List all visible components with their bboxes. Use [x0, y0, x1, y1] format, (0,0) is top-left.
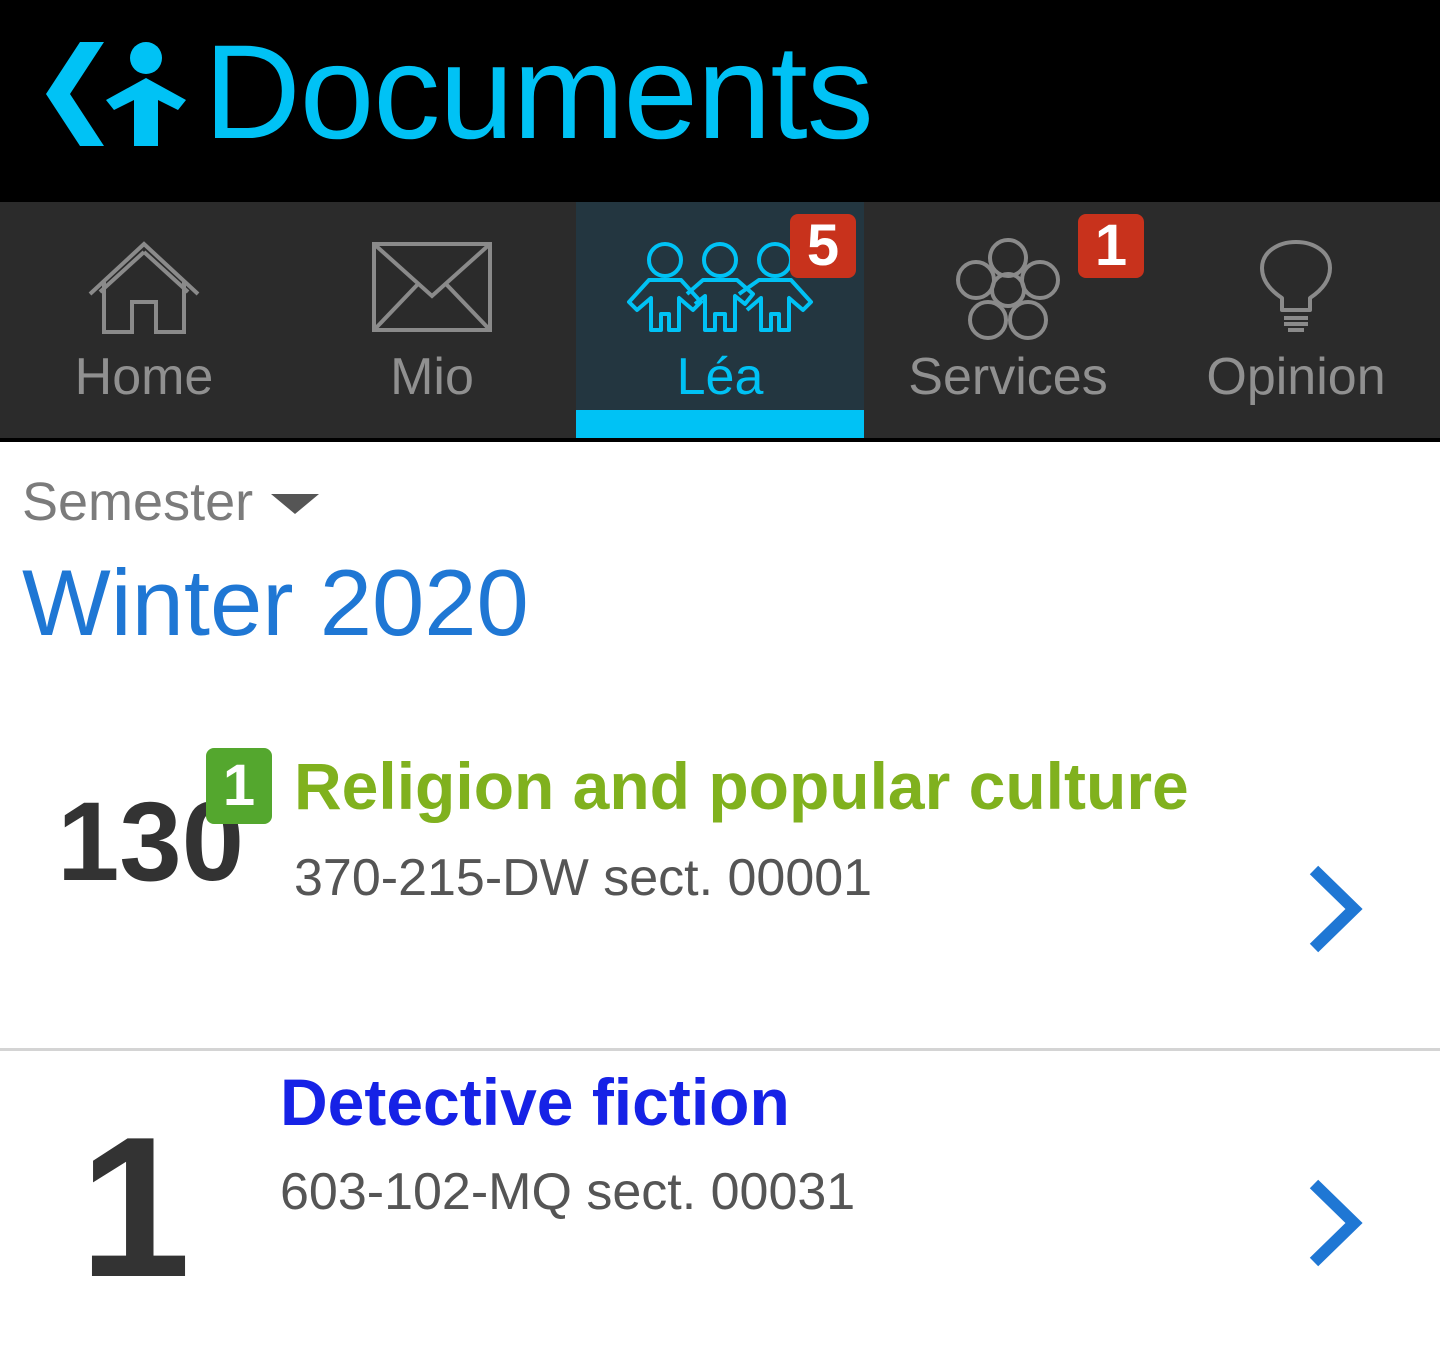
tab-home[interactable]: Home [0, 202, 288, 438]
lea-notification-badge: 5 [790, 214, 856, 278]
chevron-right-icon[interactable] [1304, 1178, 1364, 1268]
semester-value: Winter 2020 [22, 550, 529, 655]
course-document-count: 1 [79, 1096, 191, 1319]
course-title: Religion and popular culture [294, 749, 1189, 823]
students-icon [627, 242, 813, 332]
course-code: 603-102-MQ sect. 00031 [280, 1163, 856, 1221]
active-tab-indicator [576, 410, 864, 438]
tab-bar: Home Mio 5 Léa 1 Services Opinion [0, 202, 1440, 438]
tab-services[interactable]: 1 Services [864, 202, 1152, 438]
semester-dropdown[interactable]: Semester [22, 470, 320, 534]
tab-label-services: Services [908, 348, 1108, 406]
course-row[interactable]: 1 Detective fiction 603-102-MQ sect. 000… [0, 1052, 1440, 1351]
caret-down-icon [271, 494, 320, 514]
tab-mio[interactable]: Mio [288, 202, 576, 438]
new-documents-badge: 1 [206, 748, 272, 824]
chevron-right-icon[interactable] [1304, 864, 1364, 954]
page-title: Documents [204, 18, 874, 167]
tab-label-lea: Léa [676, 348, 764, 406]
tab-label-mio: Mio [390, 348, 474, 406]
tab-label-opinion: Opinion [1206, 348, 1386, 406]
tab-label-home: Home [74, 348, 214, 406]
course-title: Detective fiction [280, 1065, 790, 1139]
divider [0, 438, 1440, 442]
house-icon [88, 241, 200, 334]
omnivox-logo-icon[interactable] [40, 38, 190, 150]
lightbulb-icon [1260, 240, 1332, 332]
flower-icon [956, 238, 1060, 340]
envelope-icon [372, 242, 492, 332]
divider [0, 1048, 1440, 1051]
course-code: 370-215-DW sect. 00001 [294, 849, 873, 907]
tab-opinion[interactable]: Opinion [1152, 202, 1440, 438]
app-header: Documents [0, 0, 1440, 202]
tab-lea[interactable]: 5 Léa [576, 202, 864, 438]
services-notification-badge: 1 [1078, 214, 1144, 278]
semester-label: Semester [22, 472, 254, 532]
course-row[interactable]: 130 1 Religion and popular culture 370-2… [0, 700, 1440, 1050]
